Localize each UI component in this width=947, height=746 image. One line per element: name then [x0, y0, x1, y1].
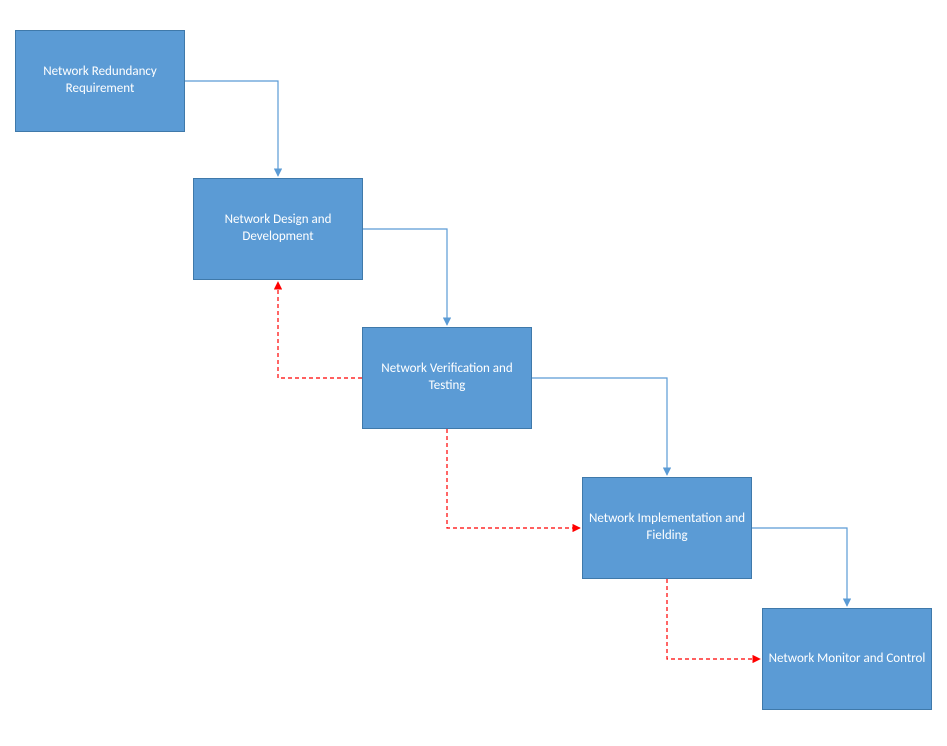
arrow-impl-to-monitor	[752, 528, 847, 606]
node-label: Network Redundancy Requirement	[20, 64, 180, 98]
node-label: Network Verification and Testing	[367, 361, 527, 395]
node-label: Network Implementation and Fielding	[587, 511, 747, 545]
arrow-verify-to-impl	[532, 378, 667, 475]
arrow-impl-to-monitor-feedback	[667, 579, 760, 659]
node-label: Network Monitor and Control	[769, 651, 926, 668]
arrow-design-to-verify	[363, 229, 447, 325]
node-monitor: Network Monitor and Control	[762, 608, 932, 710]
arrow-req-to-design	[185, 81, 278, 176]
node-implementation: Network Implementation and Fielding	[582, 477, 752, 579]
node-verification: Network Verification and Testing	[362, 327, 532, 429]
node-label: Network Design and Development	[198, 212, 358, 246]
arrow-verify-to-design-feedback	[278, 282, 362, 378]
node-requirement: Network Redundancy Requirement	[15, 30, 185, 132]
arrow-verify-to-impl-feedback	[447, 429, 580, 528]
node-design: Network Design and Development	[193, 178, 363, 280]
